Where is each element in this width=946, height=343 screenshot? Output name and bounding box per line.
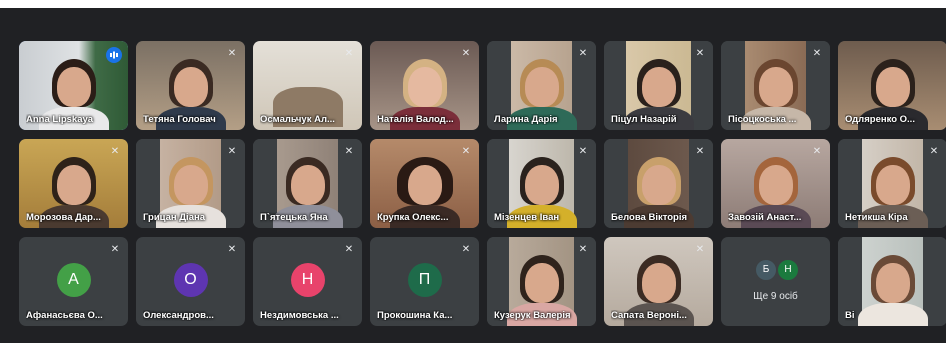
- participant-avatar: Н: [290, 263, 325, 297]
- participant-name: Піцул Назарій: [611, 114, 677, 125]
- mic-muted-icon: ✕: [695, 146, 705, 157]
- participant-name: Афанасьєва О...: [26, 310, 103, 321]
- participant-tile[interactable]: ✕ П`ятецька Яна: [253, 139, 362, 228]
- participant-video-face: [758, 165, 793, 205]
- participant-name: Сапата Вероні...: [611, 310, 687, 321]
- participant-name: Прокошина Ка...: [377, 310, 453, 321]
- participant-name: Грицан Діана: [143, 212, 205, 223]
- participant-video-face: [290, 165, 325, 205]
- more-participants-avatars: Б Н: [755, 259, 801, 281]
- mic-muted-icon: ✕: [344, 48, 354, 59]
- participant-name: Осмальчук Ал...: [260, 114, 335, 125]
- participant-avatar: Б: [755, 259, 777, 281]
- mic-muted-icon: ✕: [812, 146, 822, 157]
- mic-muted-icon: ✕: [227, 146, 237, 157]
- mic-muted-icon: ✕: [578, 244, 588, 255]
- mic-muted-icon: ✕: [461, 48, 471, 59]
- participant-avatar: О: [173, 263, 208, 297]
- mic-muted-icon: ✕: [929, 146, 939, 157]
- participant-tile[interactable]: ✕ Морозова Дар...: [19, 139, 128, 228]
- mic-muted-icon: ✕: [695, 244, 705, 255]
- participant-tile[interactable]: ✕ Кузерук Валерія: [487, 237, 596, 326]
- mic-muted-icon: ✕: [461, 244, 471, 255]
- participant-tile[interactable]: ✕ Піцул Назарій: [604, 41, 713, 130]
- participant-tile[interactable]: ✕ Мізенцев Іван: [487, 139, 596, 228]
- more-participants-tile[interactable]: Б Н Ще 9 осіб: [721, 237, 830, 326]
- participant-name: Anna Lipskaya: [26, 114, 94, 125]
- mic-muted-icon: ✕: [578, 146, 588, 157]
- participant-name: Завозій Анаст...: [728, 212, 802, 223]
- participant-name: Тетяна Головач: [143, 114, 216, 125]
- mic-muted-icon: ✕: [344, 244, 354, 255]
- participant-name: Пісоцкоська ...: [728, 114, 797, 125]
- participant-tile[interactable]: ✕ Пісоцкоська ...: [721, 41, 830, 130]
- participant-video-face: [407, 165, 442, 205]
- participant-avatar: А: [56, 263, 91, 297]
- participant-name: Белова Вікторія: [611, 212, 688, 223]
- mic-muted-icon: ✕: [461, 146, 471, 157]
- participant-tile[interactable]: Ві: [838, 237, 946, 326]
- participant-video-face: [524, 67, 559, 107]
- participant-tile[interactable]: ✕ Тетяна Головач: [136, 41, 245, 130]
- participant-video-face: [56, 67, 91, 107]
- participant-name: Нетикша Кіра: [845, 212, 908, 223]
- participant-video-face: [875, 263, 910, 303]
- participant-tile[interactable]: П ✕ Прокошина Ка...: [370, 237, 479, 326]
- participant-name: Ларина Дарія: [494, 114, 558, 125]
- participant-name: Нездимовська ...: [260, 310, 339, 321]
- participant-tile[interactable]: ✕ Грицан Діана: [136, 139, 245, 228]
- participant-tile[interactable]: Н ✕ Нездимовська ...: [253, 237, 362, 326]
- participant-video-face: [641, 263, 676, 303]
- participant-avatar: П: [407, 263, 442, 297]
- participant-video-face: [524, 263, 559, 303]
- meeting-grid: Anna Lipskaya ✕ Тетяна Головач ✕ Осмальч…: [0, 8, 946, 343]
- participant-name: Крупка Олекс...: [377, 212, 449, 223]
- mic-muted-icon: ✕: [227, 48, 237, 59]
- participant-video-face: [641, 67, 676, 107]
- participant-tile[interactable]: ✕ Ларина Дарія: [487, 41, 596, 130]
- speaking-indicator-icon: [106, 47, 122, 63]
- participant-tile[interactable]: ✕ Нетикша Кіра: [838, 139, 946, 228]
- participant-tile[interactable]: О ✕ Олександров...: [136, 237, 245, 326]
- participant-tile[interactable]: ✕ Осмальчук Ал...: [253, 41, 362, 130]
- mic-muted-icon: ✕: [695, 48, 705, 59]
- participant-name: Олександров...: [143, 310, 214, 321]
- participant-video-face: [758, 67, 793, 107]
- participant-tile[interactable]: ✕ Сапата Вероні...: [604, 237, 713, 326]
- participant-tile[interactable]: Anna Lipskaya: [19, 41, 128, 130]
- more-participants-label: Ще 9 осіб: [753, 291, 798, 302]
- mic-muted-icon: ✕: [110, 244, 120, 255]
- participant-name: Наталія Валод...: [377, 114, 454, 125]
- participant-name: П`ятецька Яна: [260, 212, 328, 223]
- participant-video-face: [641, 165, 676, 205]
- participant-tile[interactable]: Одляренко О...: [838, 41, 946, 130]
- participant-video-face: [173, 165, 208, 205]
- participant-name: Ві: [845, 310, 855, 321]
- participant-tile[interactable]: ✕ Наталія Валод...: [370, 41, 479, 130]
- mic-muted-icon: ✕: [110, 146, 120, 157]
- participant-tile[interactable]: ✕ Завозій Анаст...: [721, 139, 830, 228]
- participant-tile[interactable]: ✕ Белова Вікторія: [604, 139, 713, 228]
- participant-tile[interactable]: ✕ Крупка Олекс...: [370, 139, 479, 228]
- participant-video-face: [56, 165, 91, 205]
- participant-name: Мізенцев Іван: [494, 212, 560, 223]
- mic-muted-icon: ✕: [344, 146, 354, 157]
- participant-video-face: [875, 67, 910, 107]
- participant-video-face: [173, 67, 208, 107]
- mic-muted-icon: ✕: [227, 244, 237, 255]
- participant-name: Кузерук Валерія: [494, 310, 571, 321]
- participant-tile[interactable]: А ✕ Афанасьєва О...: [19, 237, 128, 326]
- participant-name: Морозова Дар...: [26, 212, 101, 223]
- participant-video-face: [407, 67, 442, 107]
- participant-video-face: [875, 165, 910, 205]
- participant-video-face: [524, 165, 559, 205]
- participant-avatar: Н: [777, 259, 799, 281]
- participant-name: Одляренко О...: [845, 114, 915, 125]
- mic-muted-icon: ✕: [578, 48, 588, 59]
- mic-muted-icon: ✕: [812, 48, 822, 59]
